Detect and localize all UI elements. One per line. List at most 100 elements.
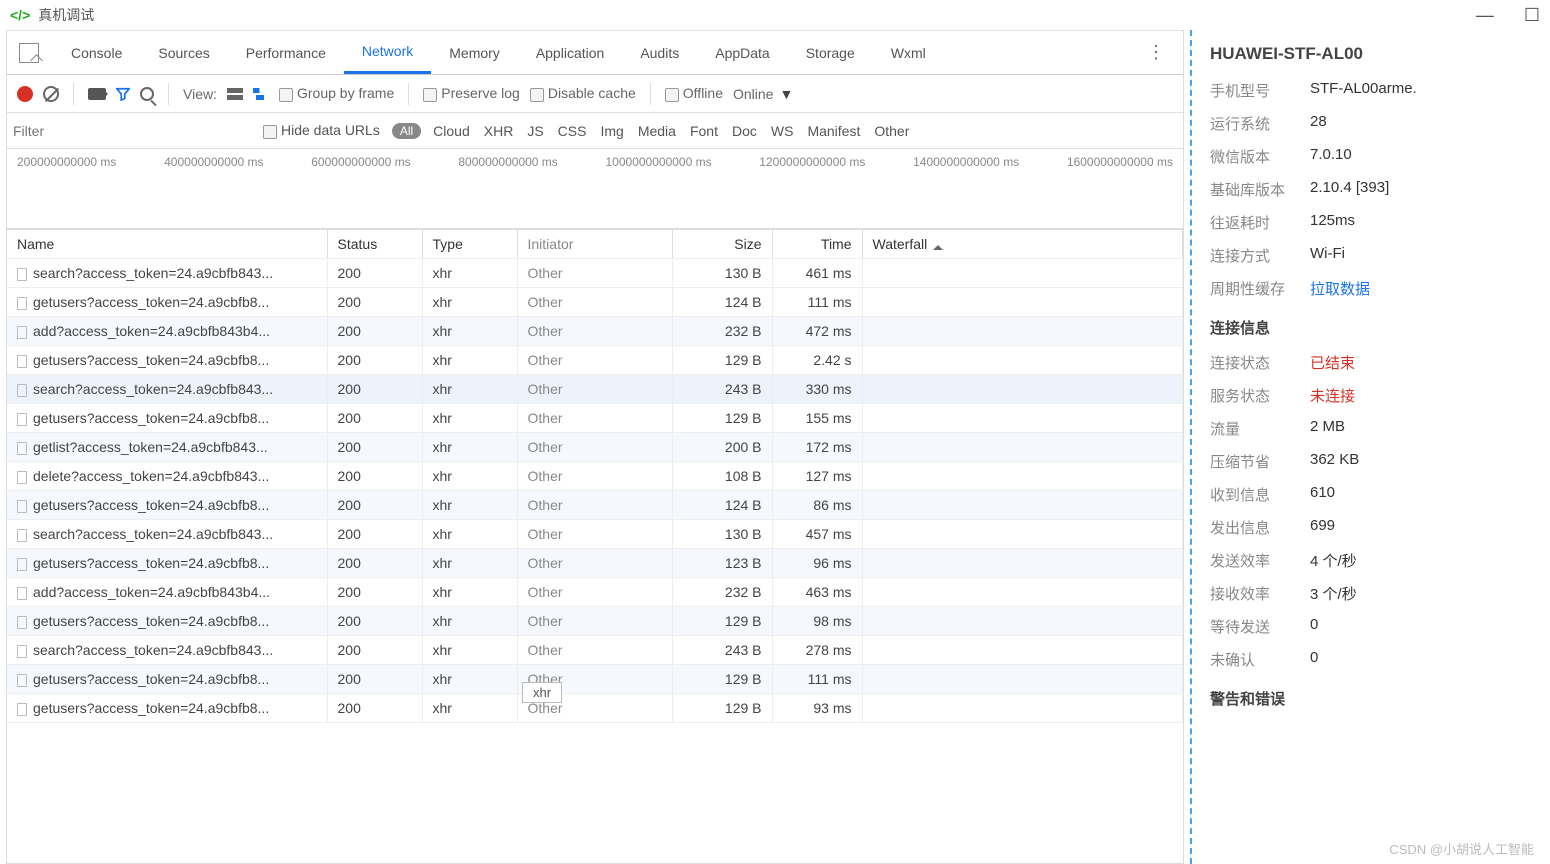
col-waterfall[interactable]: Waterfall <box>862 230 1183 259</box>
tab-performance[interactable]: Performance <box>228 31 344 74</box>
inspect-icon[interactable] <box>19 43 39 63</box>
filter-type-xhr[interactable]: XHR <box>484 123 514 139</box>
info-value[interactable]: 拉取数据 <box>1310 278 1532 299</box>
timeline-tick: 200000000000 ms <box>17 155 116 169</box>
col-status[interactable]: Status <box>327 230 422 259</box>
timeline-tick: 800000000000 ms <box>458 155 557 169</box>
info-key: 压缩节省 <box>1210 451 1310 472</box>
request-row[interactable]: getusers?access_token=24.a9cbfb8...200xh… <box>7 607 1183 636</box>
request-row[interactable]: getusers?access_token=24.a9cbfb8...200xh… <box>7 404 1183 433</box>
info-value: 610 <box>1310 484 1532 505</box>
timeline-overview[interactable]: 200000000000 ms400000000000 ms6000000000… <box>7 149 1183 229</box>
col-time[interactable]: Time <box>772 230 862 259</box>
info-row: 等待发送0 <box>1210 616 1532 637</box>
col-size[interactable]: Size <box>672 230 772 259</box>
maximize-button[interactable]: ☐ <box>1524 5 1540 26</box>
more-menu-icon[interactable]: ⋮ <box>1131 42 1183 63</box>
tab-memory[interactable]: Memory <box>431 31 518 74</box>
info-row: 接收效率3 个/秒 <box>1210 583 1532 604</box>
filter-type-font[interactable]: Font <box>690 123 718 139</box>
preserve-log-checkbox[interactable] <box>423 88 437 102</box>
separator <box>650 83 651 105</box>
request-row[interactable]: search?access_token=24.a9cbfb843...200xh… <box>7 520 1183 549</box>
filter-type-ws[interactable]: WS <box>771 123 794 139</box>
clear-icon[interactable] <box>43 86 59 102</box>
info-value: 362 KB <box>1310 451 1532 472</box>
filter-icon[interactable] <box>116 87 130 101</box>
file-icon <box>17 616 27 629</box>
file-icon <box>17 384 27 397</box>
filter-type-cloud[interactable]: Cloud <box>433 123 470 139</box>
large-rows-icon[interactable] <box>227 88 243 100</box>
col-initiator[interactable]: Initiator <box>517 230 672 259</box>
request-row[interactable]: add?access_token=24.a9cbfb843b4...200xhr… <box>7 578 1183 607</box>
sort-asc-icon <box>933 240 943 250</box>
info-value: 未连接 <box>1310 385 1532 406</box>
col-name[interactable]: Name <box>7 230 327 259</box>
info-row: 基础库版本2.10.4 [393] <box>1210 179 1532 200</box>
info-value: 0 <box>1310 649 1532 670</box>
info-value: 4 个/秒 <box>1310 550 1532 571</box>
col-type[interactable]: Type <box>422 230 517 259</box>
request-row[interactable]: search?access_token=24.a9cbfb843...200xh… <box>7 259 1183 288</box>
tab-network[interactable]: Network <box>344 31 431 74</box>
info-row: 连接方式Wi-Fi <box>1210 245 1532 266</box>
file-icon <box>17 500 27 513</box>
filter-type-js[interactable]: JS <box>527 123 543 139</box>
hide-data-urls-checkbox[interactable] <box>263 125 277 139</box>
info-key: 手机型号 <box>1210 80 1310 101</box>
request-row[interactable]: getusers?access_token=24.a9cbfb8...200xh… <box>7 491 1183 520</box>
screenshot-icon[interactable] <box>88 88 106 100</box>
file-icon <box>17 529 27 542</box>
filter-type-css[interactable]: CSS <box>558 123 587 139</box>
request-row[interactable]: getusers?access_token=24.a9cbfb8...200xh… <box>7 665 1183 694</box>
waterfall-view-icon[interactable] <box>253 88 269 100</box>
request-row[interactable]: getusers?access_token=24.a9cbfb8...200xh… <box>7 694 1183 723</box>
timeline-tick: 600000000000 ms <box>311 155 410 169</box>
info-key: 连接状态 <box>1210 352 1310 373</box>
offline-checkbox[interactable] <box>665 88 679 102</box>
info-value: 0 <box>1310 616 1532 637</box>
tab-console[interactable]: Console <box>53 31 140 74</box>
search-icon[interactable] <box>140 87 154 101</box>
request-row[interactable]: getusers?access_token=24.a9cbfb8...200xh… <box>7 346 1183 375</box>
request-row[interactable]: getusers?access_token=24.a9cbfb8...200xh… <box>7 549 1183 578</box>
filter-input[interactable] <box>11 119 251 143</box>
info-row: 运行系统28 <box>1210 113 1532 134</box>
info-value: 7.0.10 <box>1310 146 1532 167</box>
filter-type-other[interactable]: Other <box>874 123 909 139</box>
tab-application[interactable]: Application <box>518 31 623 74</box>
request-row[interactable]: add?access_token=24.a9cbfb843b4...200xhr… <box>7 317 1183 346</box>
request-row[interactable]: getusers?access_token=24.a9cbfb8...200xh… <box>7 288 1183 317</box>
tab-wxml[interactable]: Wxml <box>873 31 944 74</box>
tab-storage[interactable]: Storage <box>788 31 873 74</box>
request-row[interactable]: getlist?access_token=24.a9cbfb843...200x… <box>7 433 1183 462</box>
group-by-frame-label: Group by frame <box>297 85 394 101</box>
app-icon: </> <box>10 7 30 23</box>
filter-type-doc[interactable]: Doc <box>732 123 757 139</box>
filter-all-pill[interactable]: All <box>392 123 421 139</box>
info-key: 未确认 <box>1210 649 1310 670</box>
info-row: 流量2 MB <box>1210 418 1532 439</box>
tab-appdata[interactable]: AppData <box>697 31 787 74</box>
filter-type-media[interactable]: Media <box>638 123 676 139</box>
filter-type-img[interactable]: Img <box>600 123 623 139</box>
timeline-tick: 1600000000000 ms <box>1067 155 1173 169</box>
filter-type-manifest[interactable]: Manifest <box>807 123 860 139</box>
info-row: 压缩节省362 KB <box>1210 451 1532 472</box>
request-row[interactable]: search?access_token=24.a9cbfb843...200xh… <box>7 375 1183 404</box>
minimize-button[interactable]: — <box>1476 5 1494 26</box>
throttle-select[interactable]: Online▼ <box>733 86 793 102</box>
info-key: 等待发送 <box>1210 616 1310 637</box>
tab-sources[interactable]: Sources <box>140 31 227 74</box>
file-icon <box>17 355 27 368</box>
disable-cache-checkbox[interactable] <box>530 88 544 102</box>
tab-audits[interactable]: Audits <box>622 31 697 74</box>
record-icon[interactable] <box>17 86 33 102</box>
info-key: 运行系统 <box>1210 113 1310 134</box>
info-key: 基础库版本 <box>1210 179 1310 200</box>
file-icon <box>17 268 27 281</box>
group-by-frame-checkbox[interactable] <box>279 88 293 102</box>
request-row[interactable]: delete?access_token=24.a9cbfb843...200xh… <box>7 462 1183 491</box>
request-row[interactable]: search?access_token=24.a9cbfb843...200xh… <box>7 636 1183 665</box>
